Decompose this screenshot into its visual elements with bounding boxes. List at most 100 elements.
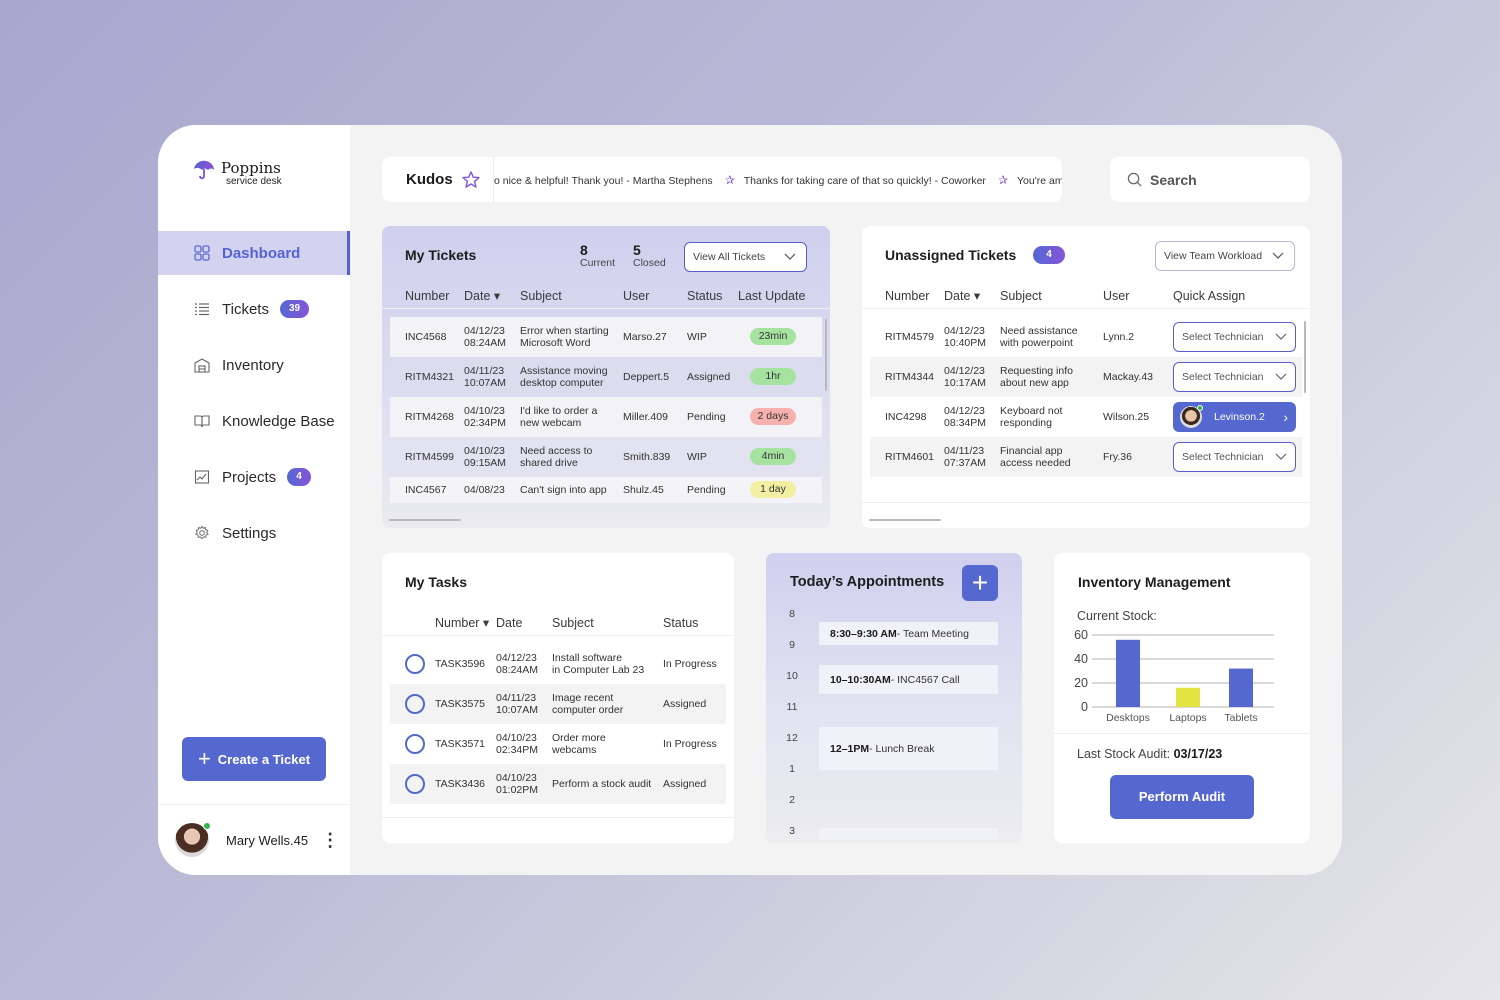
ticket-row[interactable]: RITM4321 04/11/23 10:07AM Assistance moving… [390, 357, 822, 397]
bar-tablets[interactable] [1229, 668, 1253, 707]
column-header-last-update[interactable]: Last Update [738, 289, 805, 303]
appointment-item[interactable]: 10–10:30AM - INC4567 Call [819, 665, 998, 694]
select-technician-dropdown[interactable]: Select Technician [1173, 322, 1296, 352]
column-header-number[interactable]: Number [405, 289, 449, 303]
unassigned-ticket-row[interactable]: RITM4344 04/12/23 10:17AM Requesting info ab… [870, 357, 1302, 397]
add-appointment-button[interactable]: + [962, 565, 998, 601]
column-header-subject[interactable]: Subject [520, 289, 562, 303]
last-audit-label: Last Stock Audit: [1077, 747, 1174, 761]
task-complete-checkbox[interactable] [405, 774, 425, 794]
dropdown-label: View Team Workload [1164, 250, 1263, 262]
ticket-subject-line1: Keyboard not [1000, 404, 1063, 417]
sidebar-item-label: Settings [222, 524, 277, 542]
logo[interactable]: Poppins service desk [193, 160, 282, 187]
column-header-date[interactable]: Date [496, 616, 522, 630]
ticket-subject-line1: Need assistance [1000, 324, 1078, 337]
ticket-subject: Can't sign into app [520, 484, 607, 497]
my-tasks-title: My Tasks [405, 574, 467, 590]
ticket-row[interactable]: INC4568 04/12/23 08:24AM Error when startin… [390, 317, 822, 357]
appointment-item-partial[interactable] [819, 828, 998, 840]
column-header-date[interactable]: Date ▾ [944, 288, 980, 303]
ticket-row[interactable]: RITM4599 04/10/23 09:15AM Need access to sha… [390, 437, 822, 477]
last-stock-audit: Last Stock Audit: 03/17/23 [1077, 747, 1222, 761]
view-team-workload-dropdown[interactable]: View Team Workload [1155, 241, 1295, 271]
column-header-number[interactable]: Number ▾ [435, 615, 489, 630]
unassigned-ticket-row[interactable]: RITM4579 04/12/23 10:40PM Need assistance wi… [870, 317, 1302, 357]
sidebar-item-settings[interactable]: Settings [158, 511, 350, 555]
bar-laptops[interactable] [1176, 687, 1200, 707]
search-input[interactable] [1150, 171, 1300, 188]
vertical-scrollbar[interactable] [825, 319, 827, 391]
ticket-date: 04/12/23 10:17AM [944, 365, 986, 390]
unassigned-header: Number Date ▾ Subject User Quick Assign [862, 283, 1310, 309]
sidebar-nav: Dashboard Tickets 39 Inventory Knowledge… [158, 231, 350, 567]
task-subject-line1: Install software [552, 651, 623, 664]
view-all-tickets-dropdown[interactable]: View All Tickets [684, 242, 807, 272]
ticket-row[interactable]: RITM4268 04/10/23 02:34PM I'd like to order… [390, 397, 822, 437]
ticket-subject-line2: Microsoft Word [520, 337, 591, 349]
perform-audit-button[interactable]: Perform Audit [1110, 775, 1254, 819]
appointment-item[interactable]: 12–1PM - Lunch Break [819, 727, 998, 770]
column-header-number[interactable]: Number [885, 289, 929, 303]
select-placeholder: Select Technician [1182, 331, 1264, 343]
column-header-user[interactable]: User [1103, 289, 1129, 303]
more-options-icon[interactable]: ⋮ [321, 831, 339, 849]
ticket-status: WIP [687, 450, 707, 463]
bar-desktops[interactable] [1116, 639, 1140, 707]
column-header-subject[interactable]: Subject [1000, 289, 1042, 303]
horizontal-scrollbar[interactable] [869, 519, 941, 521]
last-update-pill: 2 days [750, 408, 796, 425]
ticket-row[interactable]: INC4567 04/08/23 Can't sign into app Shulz.… [390, 477, 822, 503]
create-ticket-button[interactable]: + Create a Ticket [182, 737, 326, 781]
task-row[interactable]: TASK3596 04/12/23 08:24AM Install software i… [390, 644, 726, 684]
select-technician-dropdown[interactable]: Select Technician [1173, 362, 1296, 392]
column-header-status[interactable]: Status [663, 616, 698, 630]
task-row[interactable]: TASK3575 04/11/23 10:07AM Image recent compu… [390, 684, 726, 724]
x-tick-label: Tablets [1224, 712, 1257, 724]
plus-icon: + [971, 567, 989, 598]
task-date-line2: 01:02PM [496, 784, 539, 796]
sidebar-item-knowledge-base[interactable]: Knowledge Base [158, 399, 350, 443]
last-update-pill: 23min [750, 328, 796, 345]
assigned-technician-button[interactable]: Levinson.2 › [1173, 402, 1296, 432]
tickets-count-badge: 39 [279, 300, 310, 318]
task-number: TASK3436 [435, 777, 486, 790]
kudos-message: Thanks for taking care of that so quickl… [743, 174, 986, 187]
select-technician-dropdown[interactable]: Select Technician [1173, 442, 1296, 472]
star-icon [461, 170, 480, 188]
unassigned-ticket-row[interactable]: INC4298 04/12/23 08:34PM Keyboard not respon… [870, 397, 1302, 437]
unassigned-ticket-row[interactable]: RITM4601 04/11/23 07:37AM Financial app acce… [870, 437, 1302, 477]
task-row[interactable]: TASK3436 04/10/23 01:02PM Perform a stock a… [390, 764, 726, 804]
user-profile[interactable]: Mary Wells.45 ⋮ [158, 804, 350, 875]
ticket-subject: Requesting info about new app [1000, 365, 1073, 390]
column-header-quick-assign[interactable]: Quick Assign [1173, 289, 1245, 303]
appointment-item[interactable]: 8:30–9:30 AM - Team Meeting [819, 622, 998, 645]
ticket-user: Miller.409 [623, 410, 668, 423]
current-count: 8 [580, 242, 588, 258]
tasks-header: Number ▾ Date Subject Status [382, 610, 734, 636]
column-header-date[interactable]: Date ▾ [464, 288, 500, 303]
column-header-status[interactable]: Status [687, 289, 722, 303]
sidebar-item-projects[interactable]: Projects 4 [158, 455, 350, 499]
chevron-down-icon [1272, 252, 1284, 259]
chart-image-icon [193, 468, 211, 486]
user-name: Mary Wells.45 [226, 832, 309, 848]
sidebar-item-inventory[interactable]: Inventory [158, 343, 350, 387]
task-complete-checkbox[interactable] [405, 654, 425, 674]
column-header-user[interactable]: User [623, 289, 649, 303]
search-box[interactable] [1110, 157, 1310, 202]
column-header-subject[interactable]: Subject [552, 616, 594, 630]
sidebar-item-dashboard[interactable]: Dashboard [158, 231, 350, 275]
ticket-number: RITM4321 [405, 370, 455, 383]
y-tick-label: 20 [1074, 676, 1088, 690]
task-date-line1: 04/12/23 [496, 651, 537, 664]
task-complete-checkbox[interactable] [405, 694, 425, 714]
task-row[interactable]: TASK3571 04/10/23 02:34PM Order more webcams… [390, 724, 726, 764]
vertical-scrollbar[interactable] [1304, 321, 1306, 393]
hour-label: 3 [789, 825, 795, 837]
horizontal-scrollbar[interactable] [389, 519, 461, 521]
task-complete-checkbox[interactable] [405, 734, 425, 754]
sidebar-item-tickets[interactable]: Tickets 39 [158, 287, 350, 331]
ticket-date-line1: 04/12/23 [944, 364, 985, 377]
ticket-date-line1: 04/11/23 [944, 444, 985, 457]
